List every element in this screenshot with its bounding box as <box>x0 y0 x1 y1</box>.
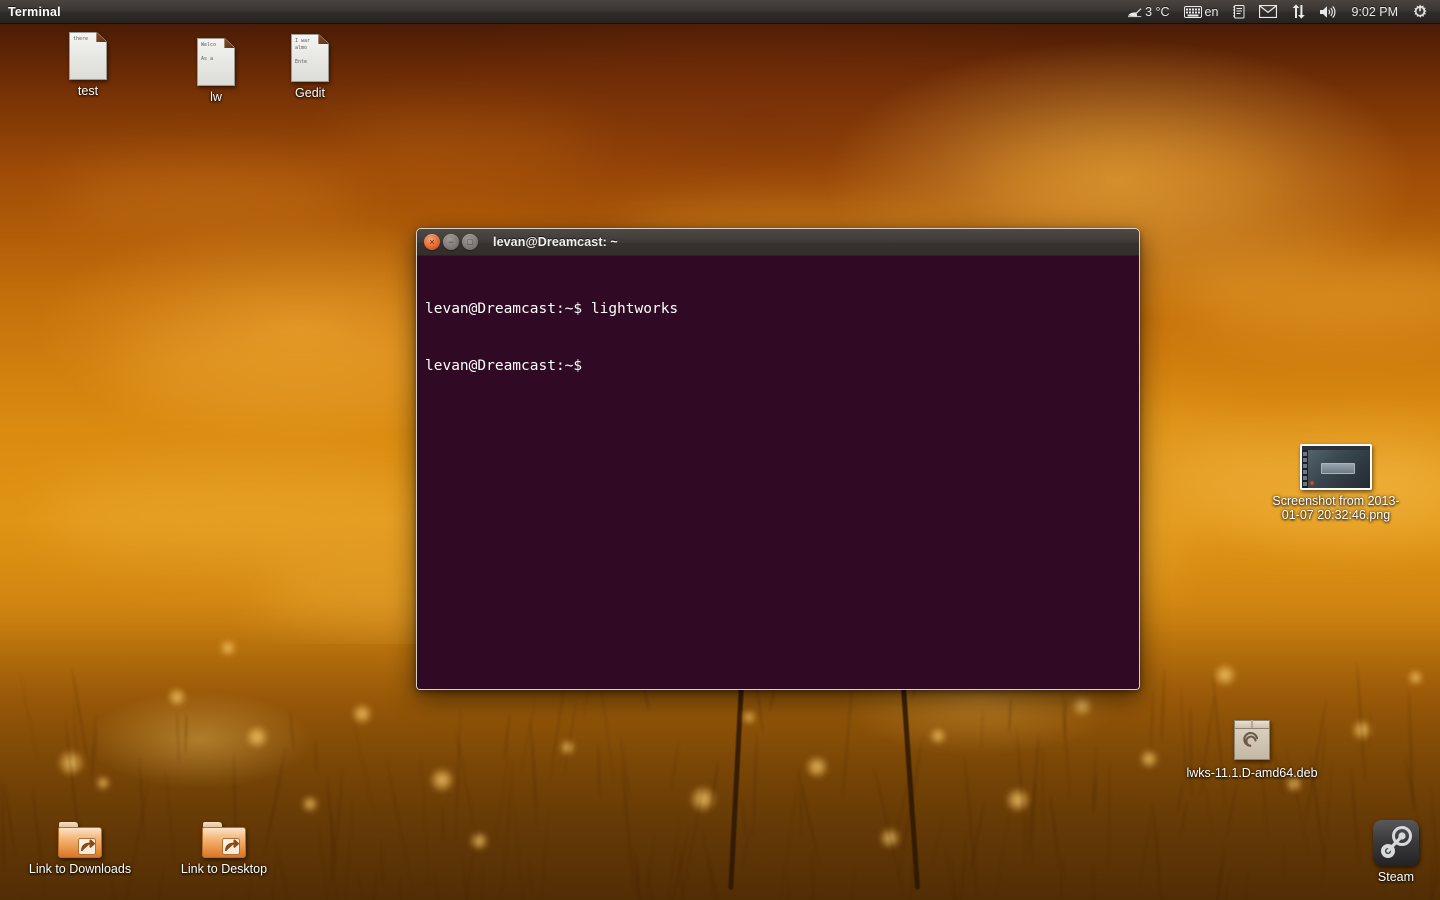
terminal-titlebar[interactable]: × − □ levan@Dreamcast: ~ <box>417 229 1139 256</box>
desktop-icon-screenshot[interactable]: Screenshot from 2013-01-07 20:32:46.png <box>1266 444 1406 522</box>
top-panel[interactable]: Terminal 3 °C en 9:02 PM <box>0 0 1440 24</box>
terminal-line: levan@Dreamcast:~$ <box>425 357 1131 376</box>
close-button[interactable]: × <box>424 234 440 250</box>
terminal-window-title: levan@Dreamcast: ~ <box>493 235 618 249</box>
keyboard-layout-label: en <box>1205 5 1219 19</box>
folder-link-icon <box>202 822 246 858</box>
network-updown-icon <box>1291 4 1305 19</box>
weather-icon <box>1127 5 1142 18</box>
desktop-icon-label: Link to Downloads <box>29 862 131 876</box>
tray-weather[interactable]: 3 °C <box>1120 0 1176 24</box>
terminal-window[interactable]: × − □ levan@Dreamcast: ~ levan@Dreamcast… <box>416 228 1140 690</box>
text-file-icon: I war almo Ente <box>291 34 329 82</box>
tray-session[interactable] <box>1405 0 1435 24</box>
file-preview-text: there <box>73 36 102 43</box>
desktop-icon-link-downloads[interactable]: Link to Downloads <box>28 822 132 876</box>
notes-icon <box>1232 4 1245 19</box>
tray-notes[interactable] <box>1225 0 1252 24</box>
desktop-icon-lw[interactable]: Welco As a lw <box>166 38 266 104</box>
tray-network[interactable] <box>1284 0 1312 24</box>
text-file-icon: Welco As a <box>197 38 235 86</box>
desktop-icon-label: lwks-11.1.D-amd64.deb <box>1186 766 1317 780</box>
system-tray[interactable]: 3 °C en 9:02 PM <box>1120 0 1440 24</box>
steam-icon <box>1373 820 1419 866</box>
desktop-icon-gedit[interactable]: I war almo Ente Gedit <box>260 34 360 100</box>
desktop-icon-deb-package[interactable]: lwks-11.1.D-amd64.deb <box>1186 720 1318 780</box>
weather-label: 3 °C <box>1145 5 1169 19</box>
desktop-icon-steam[interactable]: Steam <box>1353 820 1439 884</box>
folder-link-icon <box>58 822 102 858</box>
desktop-icon-link-desktop[interactable]: Link to Desktop <box>172 822 276 876</box>
speaker-icon <box>1319 5 1337 19</box>
desktop-icon-label: Gedit <box>295 86 325 100</box>
shortcut-arrow-icon <box>78 838 96 855</box>
clock-label: 9:02 PM <box>1351 5 1398 19</box>
tray-mail[interactable] <box>1252 0 1284 24</box>
maximize-button[interactable]: □ <box>462 234 478 250</box>
desktop-icon-label: Screenshot from 2013-01-07 20:32:46.png <box>1266 494 1406 522</box>
keyboard-icon <box>1184 6 1202 18</box>
file-preview-text: I war almo Ente <box>295 38 324 66</box>
desktop-icon-label: lw <box>210 90 222 104</box>
envelope-icon <box>1259 5 1277 18</box>
package-icon <box>1231 720 1273 762</box>
tray-volume[interactable] <box>1312 0 1344 24</box>
terminal-output-area[interactable]: levan@Dreamcast:~$ lightworks levan@Drea… <box>417 256 1139 690</box>
file-preview-text: Welco As a <box>201 42 230 63</box>
desktop-icon-test[interactable]: there test <box>38 32 138 98</box>
panel-app-title[interactable]: Terminal <box>0 5 61 19</box>
text-file-icon: there <box>69 32 107 80</box>
desktop-icon-label: Steam <box>1378 870 1414 884</box>
desktop-icon-label: Link to Desktop <box>181 862 267 876</box>
image-thumbnail-icon <box>1300 444 1372 490</box>
power-gear-icon <box>1412 4 1428 20</box>
terminal-line: levan@Dreamcast:~$ lightworks <box>425 300 1131 319</box>
desktop-icon-label: test <box>78 84 98 98</box>
tray-keyboard[interactable]: en <box>1177 0 1226 24</box>
tray-clock[interactable]: 9:02 PM <box>1344 0 1405 24</box>
shortcut-arrow-icon <box>222 838 240 855</box>
minimize-button[interactable]: − <box>443 234 459 250</box>
desktop[interactable]: Terminal 3 °C en 9:02 PM there test Welc… <box>0 0 1440 900</box>
